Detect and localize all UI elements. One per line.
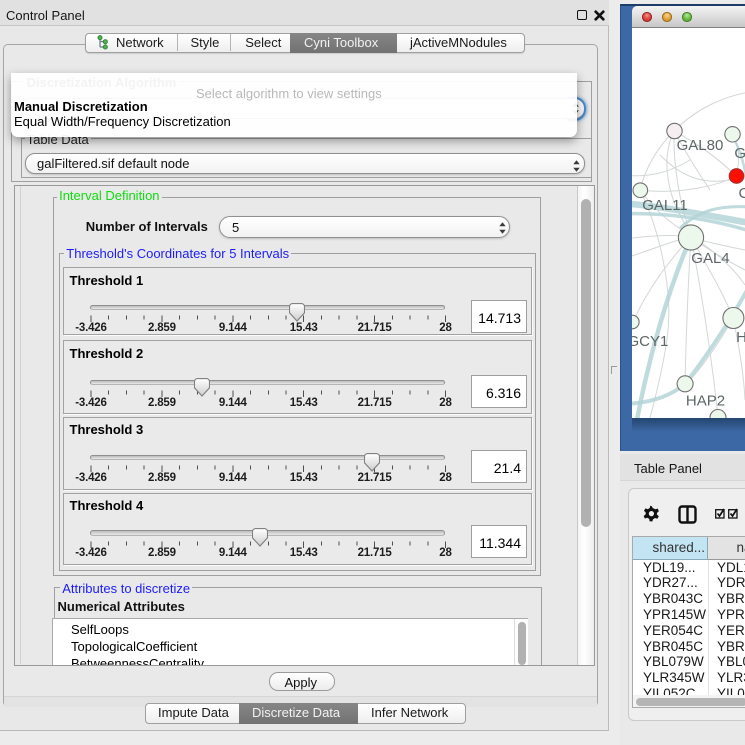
svg-text:GAL4: GAL4 [691,250,729,267]
svg-text:C: C [739,185,745,202]
svg-text:GAL80: GAL80 [677,137,724,154]
svg-text:GA: GA [734,145,745,162]
svg-text:GCY1: GCY1 [632,333,668,350]
svg-text:H: H [736,329,745,346]
svg-text:HAP2: HAP2 [686,392,725,409]
svg-text:GAL11: GAL11 [642,197,688,214]
